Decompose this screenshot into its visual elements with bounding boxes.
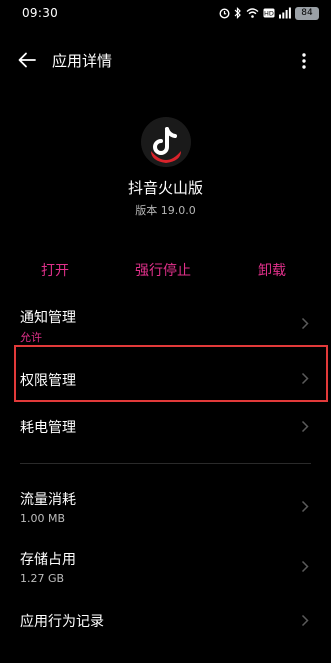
chevron-right-icon [301, 500, 309, 513]
storage-row[interactable]: 存储占用 1.27 GB [0, 546, 331, 588]
notification-management-label: 通知管理 [20, 310, 76, 326]
back-arrow-icon[interactable] [18, 52, 36, 68]
app-actions: 打开 强行停止 卸载 [0, 260, 331, 282]
chevron-right-icon [301, 560, 309, 573]
svg-text:HD: HD [264, 10, 274, 18]
status-icons: HD 84 [219, 5, 319, 21]
power-management-label: 耗电管理 [20, 420, 76, 436]
storage-value: 1.27 GB [20, 572, 65, 585]
more-vertical-icon[interactable] [301, 52, 307, 70]
app-name: 抖音火山版 [127, 179, 203, 197]
chevron-right-icon [301, 372, 309, 385]
status-time: 09:30 [22, 6, 59, 20]
app-behavior-record-label: 应用行为记录 [20, 614, 104, 630]
signal-icon [279, 7, 291, 19]
data-usage-label: 流量消耗 [20, 492, 76, 508]
tiktok-app-icon [141, 117, 191, 167]
storage-label: 存储占用 [20, 552, 76, 568]
app-version: 版本 19.0.0 [135, 204, 196, 217]
app-behavior-record-row[interactable]: 应用行为记录 [0, 606, 331, 640]
chevron-right-icon [301, 614, 309, 627]
chevron-right-icon [301, 317, 309, 330]
notification-status: 允许 [20, 331, 42, 344]
bluetooth-icon [234, 7, 241, 19]
permission-management-label: 权限管理 [20, 373, 76, 389]
data-usage-value: 1.00 MB [20, 512, 66, 525]
chevron-right-icon [301, 420, 309, 433]
notification-management-row[interactable]: 通知管理 允许 [0, 305, 331, 345]
battery-icon: 84 [295, 6, 319, 20]
wifi-icon [246, 8, 259, 18]
permission-management-row[interactable]: 权限管理 [0, 350, 331, 398]
uninstall-button[interactable]: 卸载 [258, 260, 286, 280]
data-usage-row[interactable]: 流量消耗 1.00 MB [0, 486, 331, 528]
status-bar: 09:30 HD 84 [0, 0, 331, 28]
power-management-row[interactable]: 耗电管理 [0, 410, 331, 450]
force-stop-button[interactable]: 强行停止 [135, 260, 191, 280]
section-divider [20, 463, 311, 464]
page-title: 应用详情 [52, 52, 113, 70]
hd-icon: HD [263, 8, 275, 18]
alarm-icon [219, 8, 230, 19]
top-app-bar: 应用详情 [0, 40, 331, 80]
open-button[interactable]: 打开 [41, 260, 69, 280]
